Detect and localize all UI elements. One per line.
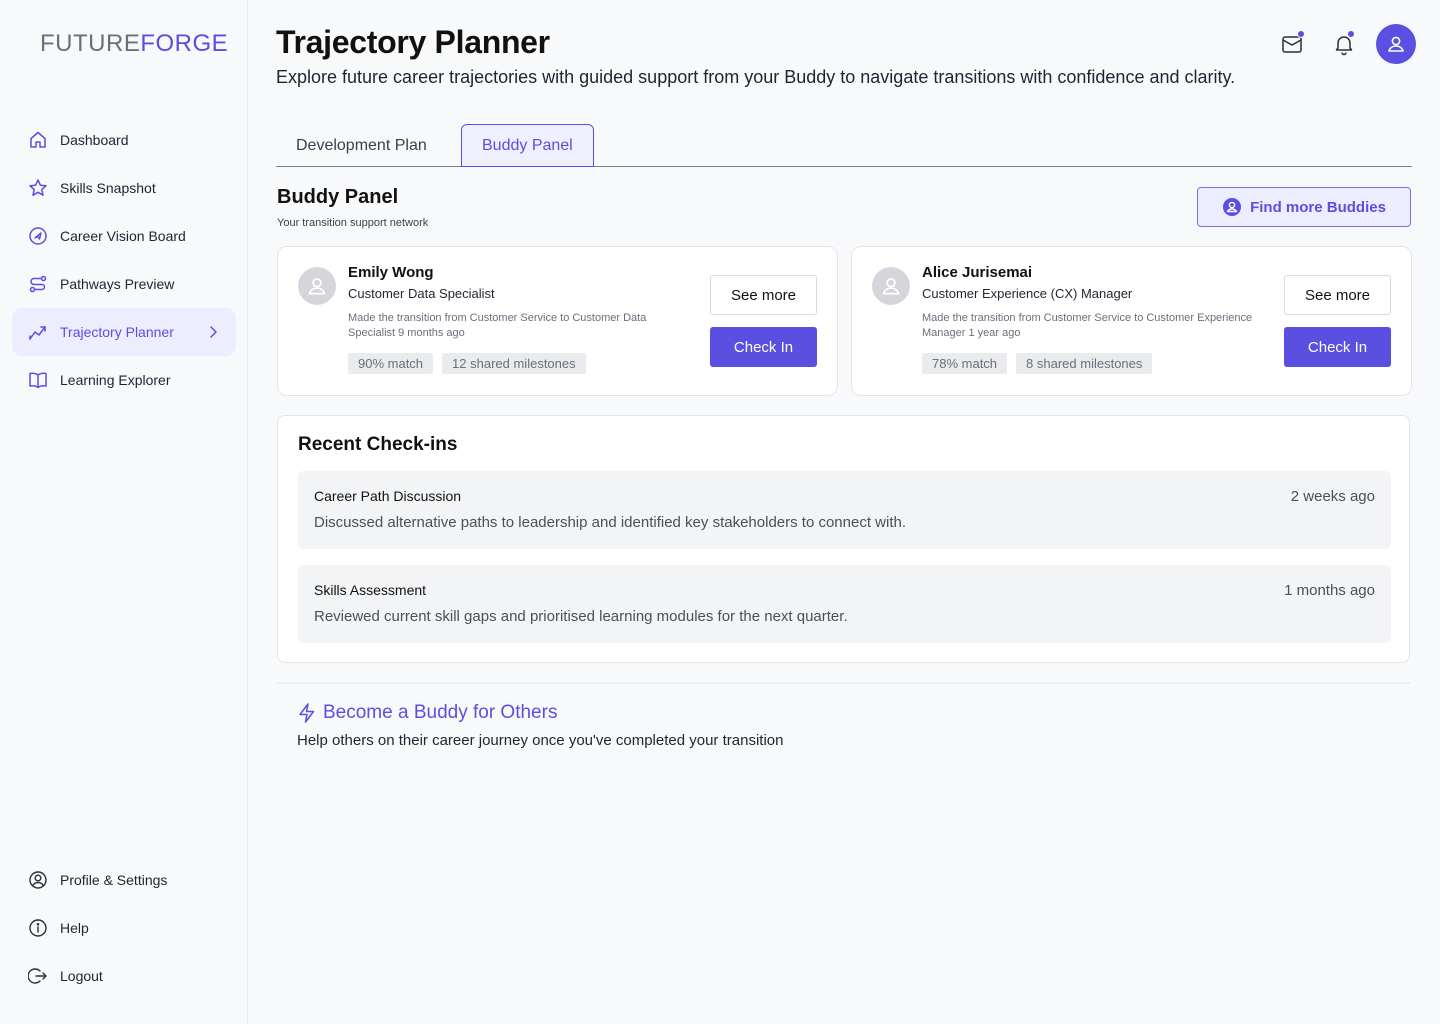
sidebar-item-profile-settings[interactable]: Profile & Settings [12,856,236,904]
sidebar: FUTUREFORGE Dashboard Skills Snapshot Ca… [0,0,248,1024]
check-in-description: Reviewed current skill gaps and prioriti… [314,608,848,625]
sidebar-item-trajectory-planner[interactable]: Trajectory Planner [12,308,236,356]
book-icon [28,370,48,390]
buddy-card: Alice Jurisemai Customer Experience (CX)… [851,246,1412,396]
sidebar-nav: Dashboard Skills Snapshot Career Vision … [12,116,236,404]
route-icon [28,274,48,294]
sidebar-item-logout[interactable]: Logout [12,952,236,1000]
recent-check-ins-title: Recent Check-ins [298,434,458,455]
buddy-card: Emily Wong Customer Data Specialist Made… [277,246,838,396]
sidebar-item-label: Learning Explorer [60,372,171,388]
notification-dot [1347,30,1355,38]
sidebar-item-dashboard[interactable]: Dashboard [12,116,236,164]
user-circle-icon [28,870,48,890]
sidebar-item-label: Profile & Settings [60,872,168,888]
match-badge: 78% match [922,353,1008,374]
sidebar-item-label: Career Vision Board [60,228,186,244]
top-actions [1276,24,1416,64]
buddy-description: Made the transition from Customer Servic… [348,312,647,339]
check-in-title: Skills Assessment [314,582,427,598]
milestones-badge: 8 shared milestones [1016,353,1153,374]
sidebar-item-label: Pathways Preview [60,276,175,292]
user-icon [308,277,326,295]
recent-check-ins: Recent Check-ins Career Path Discussion … [277,415,1410,663]
buddy-name: Emily Wong [348,264,434,281]
find-more-buddies-label: Find more Buddies [1250,198,1386,216]
sidebar-bottom-nav: Profile & Settings Help Logout [12,856,236,1000]
buddy-name: Alice Jurisemai [922,264,1033,281]
section-title: Buddy Panel [277,186,399,208]
page-title: Trajectory Planner [276,24,550,60]
avatar [298,267,336,305]
notification-dot [1297,30,1305,38]
check-in-time: 1 months ago [1284,582,1375,599]
page-subtitle: Explore future career trajectories with … [276,67,1236,87]
brand-logo-part1: FUTURE [40,30,141,57]
buddy-description: Made the transition from Customer Servic… [922,312,1253,339]
brand-logo[interactable]: FUTUREFORGE [40,30,228,58]
find-more-buddies-button[interactable]: Find more Buddies [1197,187,1411,227]
trend-icon [28,322,48,342]
become-buddy-subtitle: Help others on their career journey once… [297,732,784,749]
become-buddy-title: Become a Buddy for Others [323,702,558,723]
check-in-item[interactable]: Skills Assessment Reviewed current skill… [298,565,1391,643]
user-avatar-button[interactable] [1376,24,1416,64]
brand-logo-part2: FORGE [140,30,229,57]
tab-bar: Development Plan Buddy Panel [276,124,1412,167]
avatar [872,267,910,305]
target-icon [28,226,48,246]
sidebar-item-skills-snapshot[interactable]: Skills Snapshot [12,164,236,212]
sidebar-item-label: Trajectory Planner [60,324,174,340]
tab-development-plan[interactable]: Development Plan [276,124,447,167]
buddy-role: Customer Experience (CX) Manager [922,286,1133,301]
tab-buddy-panel[interactable]: Buddy Panel [461,124,594,167]
become-buddy-link[interactable]: Become a Buddy for Others [297,702,557,724]
user-icon [882,277,900,295]
inbox-button[interactable] [1280,30,1305,56]
buddy-icon [1222,197,1242,217]
sidebar-item-label: Logout [60,968,103,984]
info-icon [28,918,48,938]
check-in-time: 2 weeks ago [1290,488,1375,505]
milestones-badge: 12 shared milestones [442,353,586,374]
check-in-button[interactable]: Check In [710,327,817,367]
sidebar-item-label: Help [60,920,89,936]
star-icon [28,178,48,198]
check-in-button[interactable]: Check In [1284,327,1391,367]
check-in-item[interactable]: Career Path Discussion Discussed alterna… [298,471,1391,549]
match-badge: 90% match [348,353,434,374]
user-icon [1388,36,1404,52]
divider [277,682,1410,684]
sidebar-item-help[interactable]: Help [12,904,236,952]
lightning-icon [297,702,317,724]
buddy-tags: 78% match 8 shared milestones [922,353,1153,374]
buddy-tags: 90% match 12 shared milestones [348,353,586,374]
logout-icon [28,966,48,986]
home-icon [28,130,48,150]
section-subtitle: Your transition support network [277,217,429,229]
chevron-right-icon [204,323,222,344]
see-more-button[interactable]: See more [1284,275,1391,315]
notifications-button[interactable] [1332,30,1356,56]
sidebar-item-label: Skills Snapshot [60,180,156,196]
sidebar-item-pathways-preview[interactable]: Pathways Preview [12,260,236,308]
see-more-button[interactable]: See more [710,275,817,315]
check-in-title: Career Path Discussion [314,488,462,504]
sidebar-item-career-vision-board[interactable]: Career Vision Board [12,212,236,260]
check-in-description: Discussed alternative paths to leadershi… [314,514,907,531]
buddy-role: Customer Data Specialist [348,286,495,301]
sidebar-item-learning-explorer[interactable]: Learning Explorer [12,356,236,404]
sidebar-item-label: Dashboard [60,132,129,148]
